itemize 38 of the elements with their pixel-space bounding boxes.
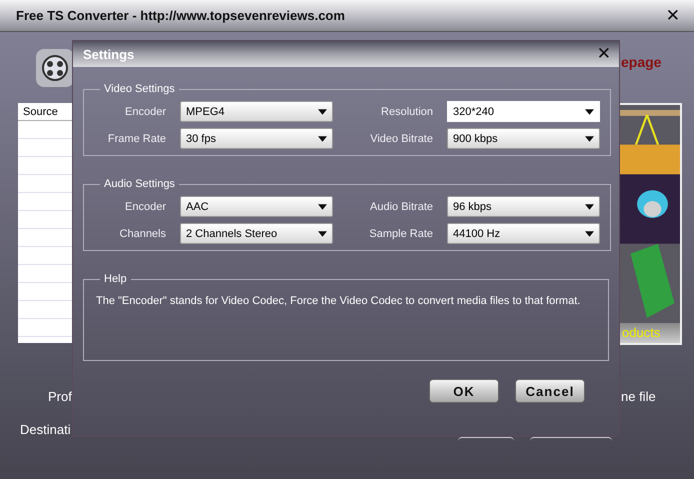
caret-icon [585,136,594,142]
caret-icon [585,230,594,236]
window-title: Free TS Converter - http://www.topsevenreviews.com [16,8,345,23]
dropdown-field[interactable]: 96 kbps [447,196,600,217]
field-label: Resolution [380,106,433,118]
dropdown-field[interactable]: 320*240 [447,101,600,122]
field-label: Video Bitrate [369,132,433,144]
caret-icon [585,204,594,210]
ok-button[interactable]: OK [429,379,499,403]
field-label: Frame Rate [106,132,166,144]
dropdown-field[interactable]: 2 Channels Stereo [180,223,333,244]
dropdown-field[interactable]: 30 fps [180,128,333,149]
caret-icon [318,204,327,210]
dialog-title: Settings [83,46,134,62]
dropdown-field[interactable]: 44100 Hz [447,223,600,244]
caret-icon [318,108,327,114]
field-label: Encoder [124,106,166,118]
group-title: Help [103,273,128,285]
caret-icon [585,108,594,114]
dropdown-field[interactable]: AAC [180,196,333,217]
field-label: Channels [118,228,166,240]
caret-icon [318,230,327,236]
close-button[interactable]: ✕ [594,44,613,64]
close-button[interactable]: ✕ [664,6,682,26]
film-reel-icon [35,48,75,88]
field-label: Audio Bitrate [369,200,433,212]
field-label: Sample Rate [368,228,433,240]
dropdown-field[interactable]: 900 kbps [447,128,600,149]
dropdown-field[interactable]: MPEG4 [180,101,333,122]
cancel-button[interactable]: Cancel [515,379,585,403]
merge-label: ne file [621,389,656,404]
profile-label: Prof [48,389,72,404]
destination-label: Destinati [20,422,71,437]
group-title: Audio Settings [103,178,176,190]
caret-icon [318,136,327,142]
field-label: Encoder [124,200,166,212]
group-title: Video Settings [103,83,176,95]
help-text: The "Encoder" stands for Video Codec, Force the Video Codec to convert media files to that format. [96,295,582,307]
